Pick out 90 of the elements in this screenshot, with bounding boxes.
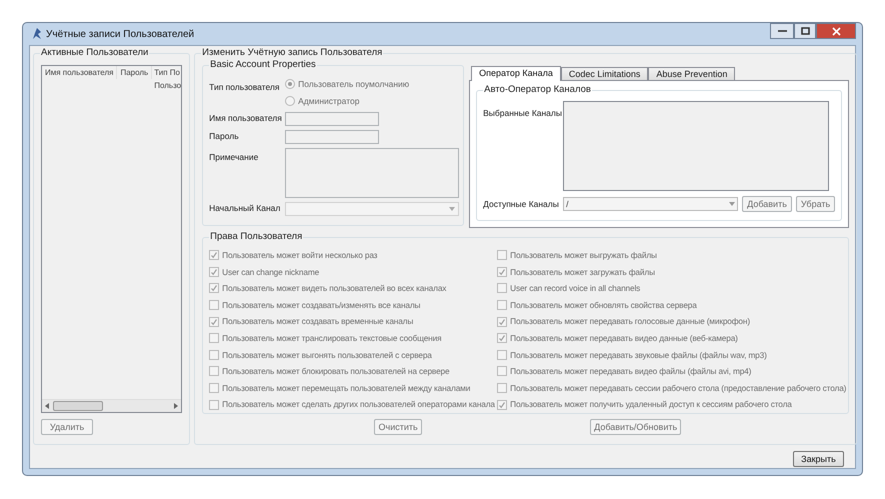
button[interactable]: Убрать xyxy=(796,196,836,212)
checkbox[interactable] xyxy=(497,383,508,394)
field-label: Доступные Каналы xyxy=(483,198,560,210)
checkbox[interactable] xyxy=(497,300,508,310)
tab[interactable]: Codec Limitations xyxy=(560,67,648,80)
field-label: Имя пользователя xyxy=(209,112,283,125)
user-list[interactable]: Имя пользователя Пароль Тип По Пользо xyxy=(41,65,182,413)
radio-button[interactable] xyxy=(285,79,296,90)
input-field[interactable] xyxy=(285,130,380,144)
column-header[interactable]: Имя пользователя xyxy=(42,66,118,79)
button[interactable]: Очистить xyxy=(374,419,422,435)
checkbox-label: User can record voice in all channels xyxy=(510,282,640,295)
checkbox-label: Пользователь может передавать видео данные (веб-камера) xyxy=(510,332,738,345)
minimize-icon xyxy=(778,30,786,32)
scrollbar-thumb[interactable] xyxy=(53,401,103,411)
checkbox-label: Пользователь может транслировать текстовые сообщения xyxy=(222,332,442,345)
checkbox[interactable] xyxy=(497,350,508,360)
checkbox[interactable] xyxy=(209,250,220,260)
checkbox[interactable] xyxy=(497,266,508,277)
checkbox[interactable] xyxy=(209,283,220,294)
radio-button[interactable] xyxy=(285,96,296,106)
checkbox[interactable] xyxy=(497,366,508,376)
button[interactable]: Добавить xyxy=(742,196,792,212)
window-title: Учётные записи Пользователей xyxy=(46,28,194,42)
input-field[interactable] xyxy=(285,112,380,126)
close-button[interactable] xyxy=(816,23,856,39)
column-header[interactable]: Пароль xyxy=(117,66,152,79)
checkbox[interactable] xyxy=(209,300,220,310)
field-label: Пароль xyxy=(209,130,240,143)
checkbox-label: Пользователь может сделать других пользователей операторами канала xyxy=(222,398,495,411)
close-icon xyxy=(832,26,840,36)
checkbox[interactable] xyxy=(209,316,220,327)
checkbox[interactable] xyxy=(209,350,220,360)
checkbox-label: Пользователь может загружать файлы xyxy=(510,266,655,278)
checkbox-label: Пользователь может создавать/изменять все каналы xyxy=(222,298,420,312)
checkbox-label: Пользователь может видеть пользователей во всех каналах xyxy=(222,282,446,295)
group-title: Авто-Оператор Каналов xyxy=(483,84,592,96)
field-label: Тип пользователя xyxy=(209,81,280,94)
button[interactable]: Закрыть xyxy=(793,451,844,467)
app-icon xyxy=(32,28,42,40)
checkbox[interactable] xyxy=(209,266,220,277)
checkbox-label: Пользователь может блокировать пользователей на сервере xyxy=(222,365,450,378)
caret-icon xyxy=(729,202,736,206)
button[interactable]: Удалить xyxy=(41,419,93,435)
checkbox[interactable] xyxy=(497,316,508,327)
checkbox[interactable] xyxy=(497,400,508,410)
caret-icon xyxy=(449,206,456,210)
checkbox-label: Пользователь может передавать видео файлы (файлы avi, mp4) xyxy=(510,365,752,378)
checkbox-label: Пользователь может передавать голосовые данные (микрофон) xyxy=(510,315,750,328)
checkbox[interactable] xyxy=(209,366,220,376)
channel-dropdown[interactable]: / xyxy=(563,197,738,211)
maximize-icon xyxy=(800,27,810,35)
tab[interactable]: Оператор Канала xyxy=(471,66,561,81)
checkbox[interactable] xyxy=(497,250,508,260)
channel-dropdown[interactable] xyxy=(285,202,460,216)
checkbox[interactable] xyxy=(209,333,220,344)
checkbox-label: Пользователь может передавать сессии рабочего стола (предоставление рабочего стола) xyxy=(510,382,846,394)
radio-label: Пользователь поумолчанию xyxy=(298,78,410,91)
checkbox-label: Пользователь может выгружать файлы xyxy=(510,249,657,262)
note-field[interactable] xyxy=(285,148,460,198)
checkbox-label: Пользователь может получить удаленный доступ к сессиям рабочего стола xyxy=(510,398,792,411)
group-title: Basic Account Properties xyxy=(209,59,317,71)
table-cell-text: Пользо xyxy=(153,80,182,92)
dropdown-value: / xyxy=(566,198,570,210)
maximize-button[interactable] xyxy=(794,23,816,39)
field-label: Примечание xyxy=(209,150,260,164)
checkbox-label: User can change nickname xyxy=(222,266,320,278)
field-label: Выбранные Каналы xyxy=(483,107,563,120)
checkbox[interactable] xyxy=(209,383,220,394)
checkbox-label: Пользователь может войти несколько раз xyxy=(222,249,378,262)
minimize-button[interactable] xyxy=(770,23,794,39)
panel-title: Изменить Учётную запись Пользователя xyxy=(201,47,384,59)
checkbox-label: Пользователь может передавать звуковые файлы (файлы wav, mp3) xyxy=(510,348,767,362)
column-header[interactable]: Тип По xyxy=(152,66,182,79)
checkbox[interactable] xyxy=(497,333,508,344)
tab[interactable]: Abuse Prevention xyxy=(648,67,736,80)
horizontal-scrollbar[interactable] xyxy=(42,399,182,412)
checkbox-label: Пользователь может перемещать пользователей между каналами xyxy=(222,382,470,394)
checkbox-label: Пользователь может создавать временные каналы xyxy=(222,315,414,328)
scroll-right-icon[interactable] xyxy=(174,403,178,409)
channel-list[interactable] xyxy=(563,101,830,191)
checkbox-label: Пользователь может выгонять пользователей с сервера xyxy=(222,348,432,362)
field-label: Начальный Канал xyxy=(209,202,282,215)
radio-label: Администратор xyxy=(298,94,360,108)
group-title: Права Пользователя xyxy=(209,231,304,243)
button[interactable]: Добавить/Обновить xyxy=(590,419,682,435)
scroll-left-icon[interactable] xyxy=(45,403,49,409)
checkbox[interactable] xyxy=(497,283,508,294)
checkbox-label: Пользователь может обновлять свойства сервера xyxy=(510,298,697,312)
checkbox[interactable] xyxy=(209,400,220,410)
